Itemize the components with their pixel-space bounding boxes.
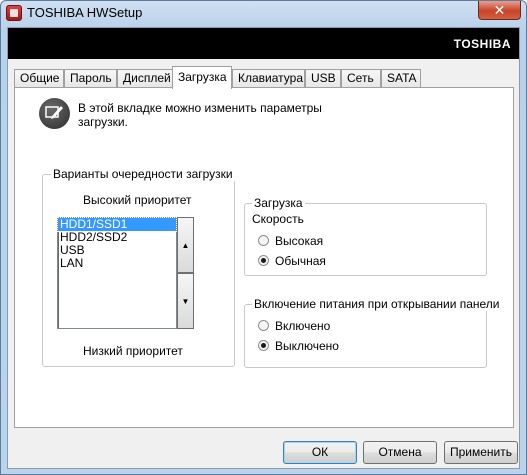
power-on-lid-legend: Включение питания при открывании панели <box>252 297 502 311</box>
pen-tablet-icon <box>39 98 70 129</box>
radio-lid-enabled[interactable]: Включено <box>258 319 330 333</box>
arrow-down-icon: ▼ <box>181 297 190 306</box>
boot-speed-group: Загрузка Скорость Высокая Обычная <box>244 196 487 276</box>
high-priority-label: Высокий приоритет <box>83 193 192 207</box>
radio-lid-disabled[interactable]: Выключено <box>258 339 339 353</box>
ok-button[interactable]: ОК <box>283 441 357 464</box>
tab-usb[interactable]: USB <box>305 69 341 88</box>
tab-lan[interactable]: Сеть <box>341 69 381 88</box>
brand-banner: TOSHIBA <box>8 28 519 59</box>
radio-indicator <box>258 235 269 246</box>
brand-logo: TOSHIBA <box>453 37 511 51</box>
power-on-lid-group: Включение питания при открывании панели … <box>244 297 502 368</box>
window-title: TOSHIBA HWSetup <box>27 5 143 20</box>
radio-label: Выключено <box>275 339 339 353</box>
list-item[interactable]: LAN <box>58 257 176 270</box>
boot-speed-legend: Загрузка <box>252 196 305 210</box>
tab-password[interactable]: Пароль <box>64 69 117 88</box>
boot-order-legend: Варианты очередности загрузки <box>51 167 235 181</box>
radio-label: Высокая <box>275 234 324 248</box>
tab-general[interactable]: Общие <box>14 69 64 88</box>
app-window: TOSHIBA HWSetup ✕ TOSHIBA Общие Пароль Д… <box>0 0 527 475</box>
radio-indicator <box>258 320 269 331</box>
apply-button[interactable]: Применить <box>444 441 518 464</box>
low-priority-label: Низкий приоритет <box>83 344 183 358</box>
radio-speed-normal[interactable]: Обычная <box>258 254 326 268</box>
radio-label: Обычная <box>275 254 326 268</box>
cancel-button[interactable]: Отмена <box>363 441 437 464</box>
speed-label: Скорость <box>252 212 304 226</box>
arrow-up-icon: ▲ <box>181 241 190 250</box>
boot-order-list[interactable]: HDD1/SSD1 HDD2/SSD2 USB LAN <box>57 217 177 329</box>
title-bar[interactable]: TOSHIBA HWSetup ✕ <box>1 1 526 27</box>
close-button[interactable]: ✕ <box>478 1 521 20</box>
info-text: В этой вкладке можно изменить параметры … <box>78 101 322 129</box>
boot-tab-panel: В этой вкладке можно изменить параметры … <box>14 87 514 428</box>
client-area: TOSHIBA Общие Пароль Дисплей Загрузка Кл… <box>7 27 520 469</box>
tab-keyboard[interactable]: Клавиатура <box>232 69 305 88</box>
tab-display[interactable]: Дисплей <box>117 69 173 88</box>
move-up-button[interactable]: ▲ <box>177 217 194 273</box>
close-icon: ✕ <box>493 2 506 18</box>
boot-order-group: Варианты очередности загрузки Высокий пр… <box>42 167 235 367</box>
tab-sata[interactable]: SATA <box>381 69 421 88</box>
radio-indicator <box>258 340 269 351</box>
radio-speed-fast[interactable]: Высокая <box>258 234 323 248</box>
radio-label: Включено <box>275 319 331 333</box>
move-down-button[interactable]: ▼ <box>177 273 194 329</box>
app-icon <box>6 5 22 21</box>
radio-indicator <box>258 255 269 266</box>
tab-boot[interactable]: Загрузка <box>172 66 232 89</box>
